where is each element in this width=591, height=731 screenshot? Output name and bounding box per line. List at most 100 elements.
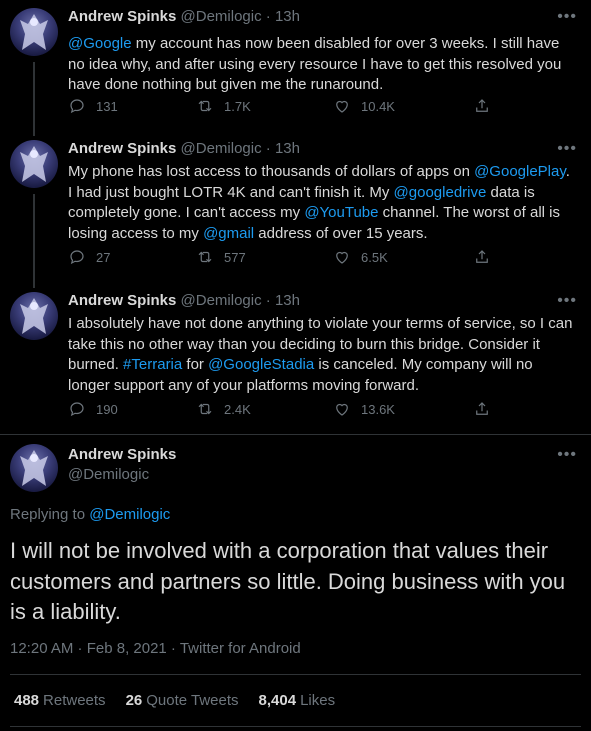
thread-tweet[interactable]: Andrew Spinks @Demilogic · 13h ••• @Goog… — [0, 0, 591, 130]
reply-button[interactable]: 27 — [68, 248, 110, 266]
heart-icon — [336, 100, 348, 113]
reply-button[interactable]: 190 — [68, 400, 118, 418]
more-options-icon[interactable]: ••• — [557, 8, 577, 26]
timestamp[interactable]: 13h — [275, 292, 300, 309]
quote-tweets-stat[interactable]: 26 Quote Tweets — [126, 692, 239, 709]
tweet-text: I will not be involved with a corporatio… — [10, 538, 566, 624]
author-handle[interactable]: @Demilogic — [181, 292, 262, 309]
share-button[interactable] — [473, 400, 491, 418]
tweet-text: I absolutely have not done anything to v… — [68, 314, 578, 396]
quote-tweets-count: 26 — [125, 692, 143, 709]
reply-count: 27 — [96, 249, 111, 265]
tweet-actions: 190 2.4K 13.6K — [68, 400, 508, 420]
author-handle[interactable]: @Demilogic — [181, 8, 262, 25]
share-button[interactable] — [473, 97, 491, 115]
mention-link[interactable]: @GoogleStadia — [208, 356, 314, 373]
share-icon — [476, 250, 488, 263]
timestamp[interactable]: 13h — [275, 140, 300, 157]
tweet-actions: 131 1.7K 10.4K — [68, 97, 508, 117]
avatar[interactable] — [10, 292, 58, 340]
reply-count: 190 — [96, 401, 118, 417]
like-count: 10.4K — [361, 98, 395, 114]
hashtag-link[interactable]: #Terraria — [123, 356, 182, 373]
mention-link[interactable]: @YouTube — [304, 204, 378, 221]
avatar[interactable] — [10, 8, 58, 56]
thread-connector — [33, 282, 35, 288]
heart-icon — [336, 251, 348, 264]
tweet-actions: 27 577 6.5K — [68, 248, 508, 268]
thread-tweet[interactable]: Andrew Spinks @Demilogic · 13h ••• My ph… — [0, 130, 591, 282]
retweets-label: Retweets — [43, 692, 106, 709]
mention-link[interactable]: @GooglePlay — [474, 163, 566, 180]
more-options-icon[interactable]: ••• — [557, 140, 577, 158]
reply-icon — [70, 402, 84, 417]
author-name[interactable]: Andrew Spinks — [68, 292, 176, 309]
like-button[interactable]: 6.5K — [333, 248, 388, 266]
replying-to-link[interactable]: @Demilogic — [89, 506, 170, 523]
mention-link[interactable]: @Google — [68, 35, 132, 52]
reply-button[interactable]: 131 — [68, 97, 118, 115]
author-handle[interactable]: @Demilogic — [68, 466, 149, 483]
text-segment: My phone has lost access to thousands of… — [68, 163, 475, 180]
retweets-stat[interactable]: 488 Retweets — [14, 692, 106, 709]
more-options-icon[interactable]: ••• — [557, 446, 577, 464]
share-button[interactable] — [473, 248, 491, 266]
tweet-header: Andrew Spinks @Demilogic · 13h — [68, 8, 300, 25]
tweet-text: @Google my account has now been disabled… — [68, 34, 578, 96]
author-name[interactable]: Andrew Spinks — [68, 8, 176, 25]
tweet-header: Andrew Spinks @Demilogic · 13h — [68, 140, 300, 157]
timestamp[interactable]: 13h — [275, 8, 300, 25]
retweet-icon — [198, 100, 212, 112]
retweet-button[interactable]: 577 — [196, 248, 246, 266]
retweet-icon — [198, 403, 212, 415]
mention-link[interactable]: @gmail — [203, 225, 254, 242]
author-handle[interactable]: @Demilogic — [181, 140, 262, 157]
thread-tweet[interactable]: Andrew Spinks @Demilogic · 13h ••• I abs… — [0, 282, 591, 434]
focused-tweet: Andrew Spinks @Demilogic ••• Replying to… — [0, 434, 591, 731]
thread-connector — [33, 130, 35, 136]
author-name[interactable]: Andrew Spinks — [68, 446, 176, 463]
retweet-count: 2.4K — [224, 401, 251, 417]
separator-dot: · — [265, 8, 271, 25]
like-count: 6.5K — [361, 249, 388, 265]
share-icon — [476, 402, 488, 415]
reply-count: 131 — [96, 98, 118, 114]
text-segment: address of over 15 years. — [254, 224, 428, 242]
more-options-icon[interactable]: ••• — [557, 292, 577, 310]
replying-prefix: Replying to — [10, 506, 90, 523]
heart-icon — [336, 403, 348, 416]
thread-connector — [33, 62, 35, 130]
tweet-header: Andrew Spinks — [68, 446, 176, 463]
tweet-stats: 488 Retweets 26 Quote Tweets 8,404 Likes — [14, 692, 335, 709]
reply-icon — [70, 99, 84, 114]
author-name[interactable]: Andrew Spinks — [68, 140, 176, 157]
like-button[interactable]: 10.4K — [333, 97, 395, 115]
retweets-count: 488 — [14, 692, 40, 709]
tweet-text: My phone has lost access to thousands of… — [68, 162, 578, 244]
retweet-button[interactable]: 2.4K — [196, 400, 251, 418]
text-segment: for — [182, 356, 209, 373]
reply-icon — [70, 250, 84, 265]
tweet-meta[interactable]: 12:20 AM · Feb 8, 2021 · Twitter for And… — [10, 640, 301, 657]
like-button[interactable]: 13.6K — [333, 400, 395, 418]
retweet-button[interactable]: 1.7K — [196, 97, 251, 115]
separator-dot: · — [265, 140, 271, 157]
retweet-count: 1.7K — [224, 98, 251, 114]
thread-connector — [33, 194, 35, 282]
divider — [10, 726, 581, 727]
quote-tweets-label: Quote Tweets — [146, 692, 239, 709]
share-icon — [476, 99, 488, 112]
retweet-icon — [198, 251, 212, 263]
retweet-count: 577 — [224, 249, 246, 265]
like-count: 13.6K — [361, 401, 395, 417]
avatar[interactable] — [10, 140, 58, 188]
separator-dot: · — [265, 292, 271, 309]
text-segment: my account has now been disabled for ove… — [68, 35, 562, 93]
likes-label: Likes — [300, 692, 336, 709]
mention-link[interactable]: @googledrive — [394, 184, 487, 201]
avatar[interactable] — [10, 444, 58, 492]
likes-stat[interactable]: 8,404 Likes — [259, 692, 336, 709]
divider — [10, 674, 581, 675]
replying-to: Replying to @Demilogic — [10, 506, 170, 523]
likes-count: 8,404 — [258, 692, 297, 709]
